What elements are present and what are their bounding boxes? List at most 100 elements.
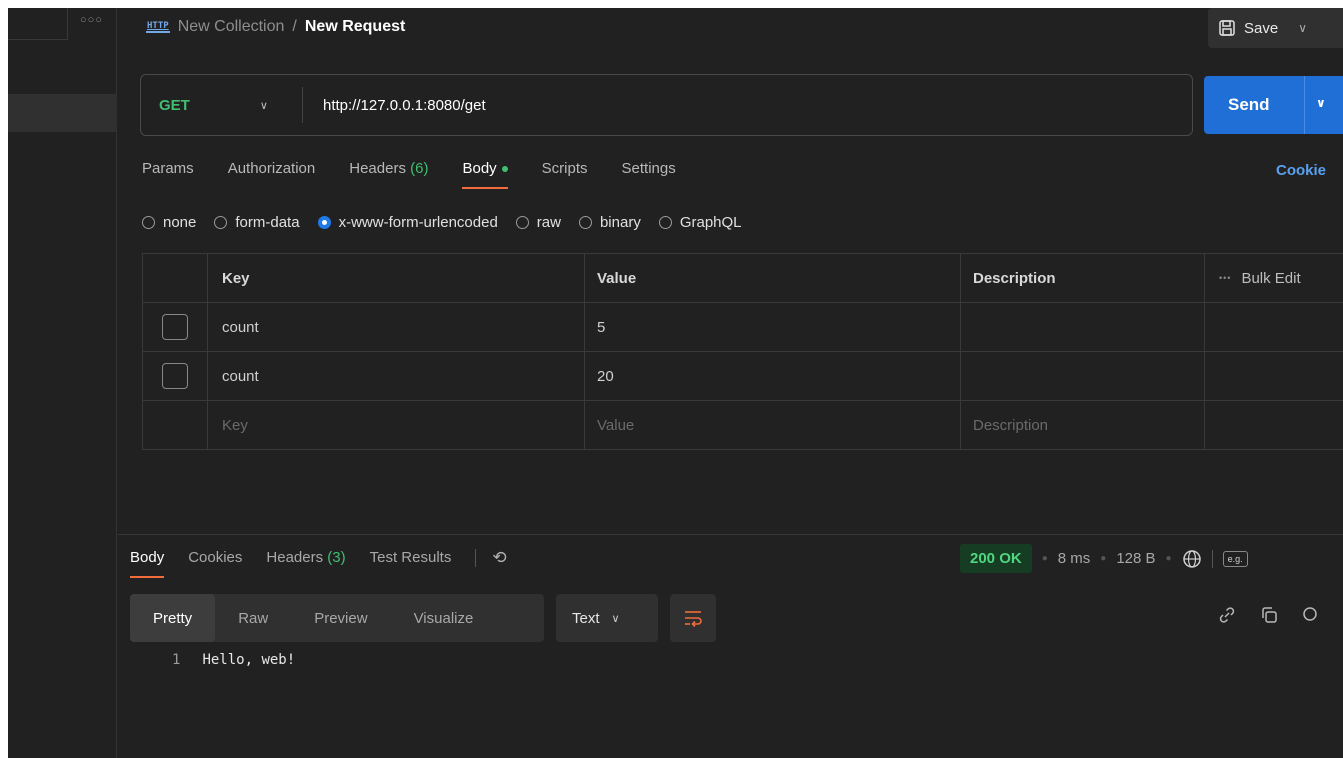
chevron-down-icon: ∨ (259, 99, 268, 112)
breadcrumb: HTTP New Collection / New Request (146, 18, 405, 36)
send-label: Send (1228, 95, 1270, 114)
tab-headers[interactable]: Headers (6) (349, 160, 428, 189)
send-button[interactable]: Send ∨ (1204, 76, 1343, 134)
radio-graphql[interactable] (658, 216, 672, 229)
tab-headers-label: Headers (349, 160, 406, 177)
http-icon: HTTP (146, 21, 170, 33)
search-icon[interactable] (1302, 606, 1320, 624)
format-tab-visualize[interactable]: Visualize (391, 594, 497, 642)
tab-body[interactable]: Body (462, 160, 508, 189)
format-tab-preview[interactable]: Preview (291, 594, 390, 642)
response-tab-test-results[interactable]: Test Results (370, 549, 452, 578)
format-tabs: Pretty Raw Preview Visualize (130, 594, 544, 642)
body-type-label: none (163, 214, 197, 231)
body-type-binary[interactable]: binary (578, 214, 641, 231)
radio-none[interactable] (142, 216, 155, 229)
column-header-key: Key (208, 254, 585, 302)
body-type-label: raw (536, 214, 561, 231)
body-indicator-dot (501, 166, 508, 173)
response-divider[interactable] (118, 534, 1343, 535)
separator (1211, 549, 1213, 568)
language-select[interactable]: Text ∨ (556, 594, 658, 642)
tab-authorization[interactable]: Authorization (228, 160, 316, 189)
request-tabs: Params Authorization Headers (6) Body Sc… (142, 160, 710, 189)
bulk-edit-label: Bulk Edit (1241, 269, 1301, 287)
response-time[interactable]: 8 ms (1058, 550, 1091, 567)
copy-icon[interactable] (1260, 606, 1278, 624)
row-checkbox[interactable] (162, 314, 188, 340)
link-icon[interactable] (1218, 606, 1236, 624)
method-select[interactable]: GET ∨ (141, 87, 303, 123)
row-description[interactable] (961, 303, 1205, 351)
sidebar-selected-item[interactable] (8, 94, 117, 132)
cookies-link[interactable]: Cookie (1276, 162, 1326, 179)
app-window: ○○○ HTTP New Collection / New Request Sa… (8, 8, 1343, 758)
save-example-icon[interactable]: e.g. (1222, 550, 1248, 567)
radio-urlencoded[interactable] (317, 216, 331, 229)
response-size[interactable]: 128 B (1116, 550, 1155, 567)
radio-binary[interactable] (578, 216, 592, 229)
response-tab-headers-label: Headers (266, 549, 324, 566)
body-type-label: form-data (235, 214, 300, 231)
column-header-description: Description (961, 254, 1205, 302)
breadcrumb-collection[interactable]: New Collection (178, 18, 285, 36)
save-label: Save (1244, 19, 1279, 37)
row-checkbox[interactable] (162, 363, 188, 389)
body-type-graphql[interactable]: GraphQL (658, 214, 742, 231)
sidebar-search-area[interactable] (8, 8, 68, 40)
headers-count: (6) (410, 160, 429, 177)
row-key[interactable]: count (208, 352, 585, 400)
save-button[interactable]: Save ∨ (1208, 8, 1343, 48)
new-value-input[interactable]: Value (585, 401, 961, 449)
body-type-urlencoded[interactable]: x-www-form-urlencoded (317, 214, 498, 231)
breadcrumb-request[interactable]: New Request (305, 18, 405, 36)
new-key-input[interactable]: Key (208, 401, 585, 449)
line-text[interactable]: Hello, web! (202, 652, 295, 668)
breadcrumb-separator: / (292, 18, 297, 35)
history-icon[interactable]: ⟲ (492, 548, 506, 568)
url-bar: GET ∨ http://127.0.0.1:8080/get (140, 74, 1193, 136)
globe-icon[interactable] (1182, 549, 1202, 569)
row-description[interactable] (961, 352, 1205, 400)
tab-params[interactable]: Params (142, 160, 194, 189)
language-label: Text (572, 609, 600, 627)
save-icon (1219, 20, 1235, 36)
format-tab-pretty[interactable]: Pretty (130, 594, 216, 642)
line-number: 1 (172, 652, 181, 668)
tab-scripts[interactable]: Scripts (542, 160, 588, 189)
row-key[interactable]: count (208, 303, 585, 351)
body-type-label: x-www-form-urlencoded (338, 214, 498, 231)
row-value[interactable]: 20 (585, 352, 961, 400)
bulk-edit-button[interactable]: ••• Bulk Edit (1205, 254, 1343, 302)
more-options-icon[interactable]: ○○○ (80, 14, 103, 26)
wrap-lines-icon (685, 611, 702, 627)
chevron-down-icon: ∨ (611, 612, 620, 625)
response-tab-headers[interactable]: Headers (3) (266, 549, 345, 578)
url-input[interactable]: http://127.0.0.1:8080/get (303, 97, 486, 114)
row-spacer (1205, 352, 1343, 400)
new-description-input[interactable]: Description (961, 401, 1205, 449)
body-type-form-data[interactable]: form-data (214, 214, 300, 231)
method-label: GET (159, 96, 190, 114)
table-row: count 5 (143, 303, 1343, 352)
sidebar: ○○○ (8, 8, 117, 758)
dot-separator: ● (1100, 553, 1107, 564)
chevron-down-icon[interactable]: ∨ (1298, 21, 1307, 35)
tab-settings[interactable]: Settings (622, 160, 676, 189)
row-value[interactable]: 5 (585, 303, 961, 351)
status-badge[interactable]: 200 OK (960, 544, 1032, 573)
chevron-down-icon[interactable]: ∨ (1316, 96, 1326, 110)
radio-form-data[interactable] (214, 216, 228, 229)
response-tab-body[interactable]: Body (130, 549, 165, 578)
row-check-cell (143, 352, 208, 400)
response-code-line: 1 Hello, web! (172, 652, 295, 668)
body-type-raw[interactable]: raw (515, 214, 561, 231)
wrap-lines-button[interactable] (670, 594, 716, 642)
table-row-new: Key Value Description (143, 401, 1343, 450)
body-type-label: GraphQL (679, 214, 742, 231)
format-tab-raw[interactable]: Raw (215, 594, 291, 642)
body-type-none[interactable]: none (142, 214, 196, 231)
response-tab-cookies[interactable]: Cookies (188, 549, 242, 578)
radio-raw[interactable] (515, 216, 529, 229)
dot-separator: ● (1165, 553, 1172, 564)
